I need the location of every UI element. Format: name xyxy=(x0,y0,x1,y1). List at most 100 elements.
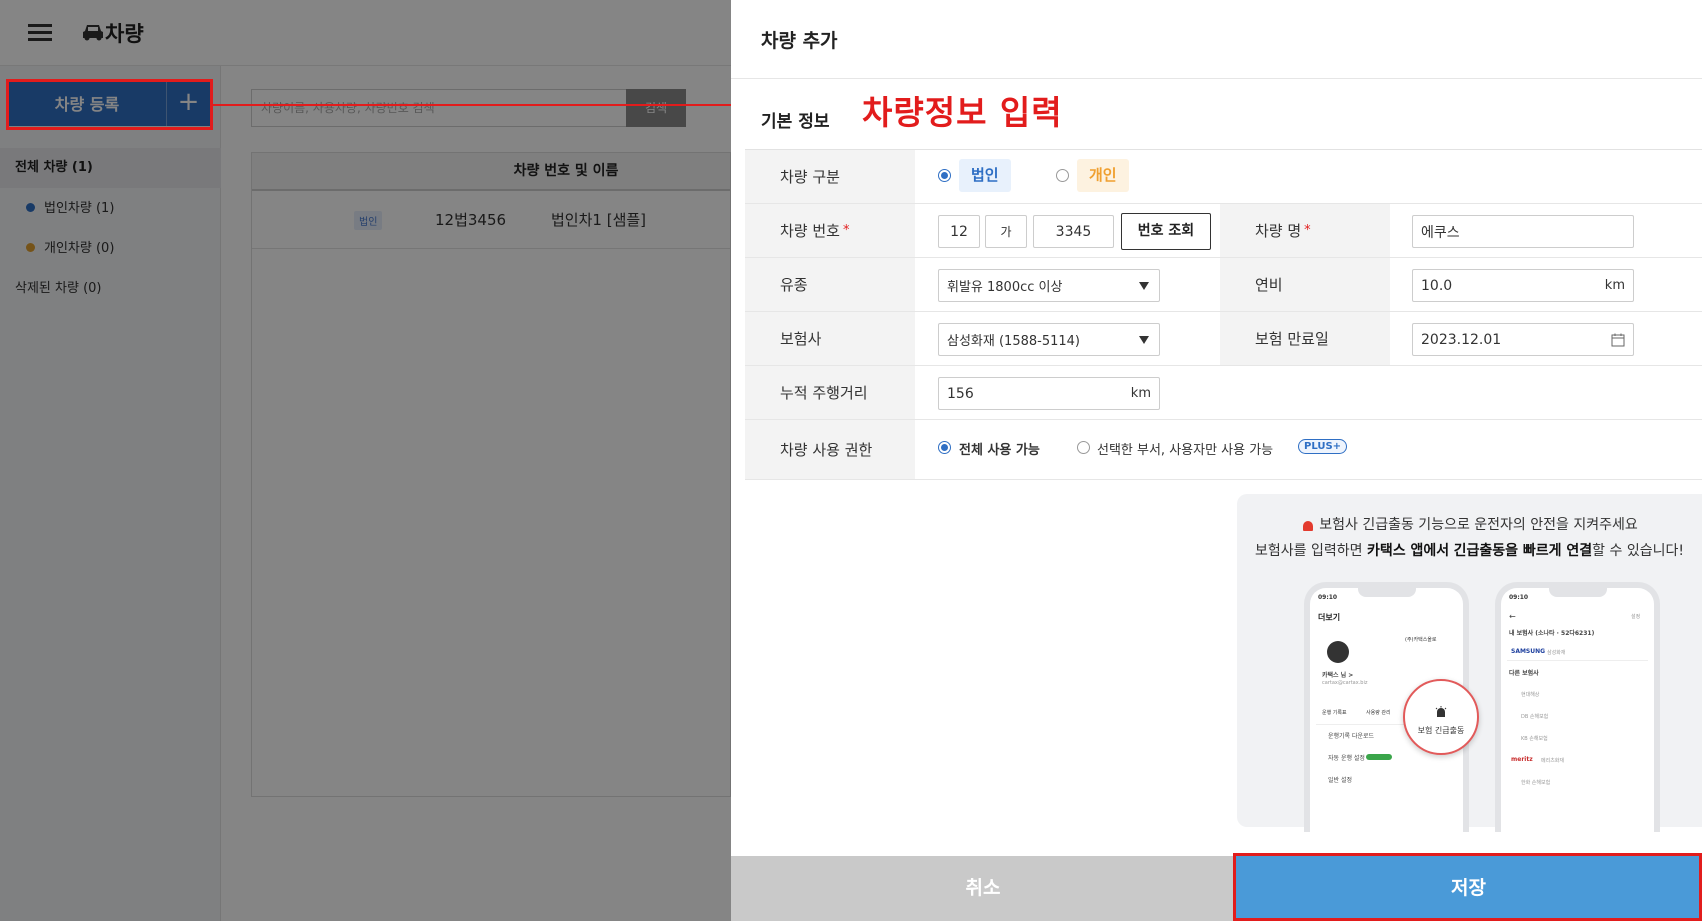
calendar-icon[interactable] xyxy=(1611,333,1625,347)
permission-selected-radio[interactable] xyxy=(1077,441,1090,454)
permission-all-radio[interactable] xyxy=(938,441,951,454)
phone-insurer4: KB 손해보험 xyxy=(1521,736,1548,742)
annotation-highlight-save xyxy=(1233,853,1702,921)
name-label-text: 차량 명 xyxy=(1255,222,1302,240)
modal-overlay[interactable] xyxy=(0,0,731,921)
add-vehicle-panel: 차량 추가 기본 정보 차량 구분 법인 개인 차량 번호 * 12 가 3345… xyxy=(731,0,1702,921)
type-personal-radio[interactable] xyxy=(1056,169,1069,182)
vehicle-form: 차량 구분 법인 개인 차량 번호 * 12 가 3345 번호 조회 차량 명 *… xyxy=(745,149,1702,480)
efficiency-label: 연비 xyxy=(1220,258,1390,311)
permission-all-label[interactable]: 전체 사용 가능 xyxy=(959,439,1040,458)
phone-icon2-label: 사용량 관리 xyxy=(1366,710,1391,716)
promo-line1-text: 보험사 긴급출동 기능으로 운전자의 안전을 지켜주세요 xyxy=(1319,517,1638,533)
fuel-select-value: 휘발유 1800cc 이상 xyxy=(947,280,1063,295)
insurer-select-value: 삼성화재 (1588-5114) xyxy=(947,334,1080,349)
phone-icon1-label: 운행 기록표 xyxy=(1322,710,1347,716)
annotation-highlight-register xyxy=(6,79,213,130)
emergency-bubble: 보험 긴급출동 xyxy=(1403,679,1479,755)
plate-part1-input[interactable]: 12 xyxy=(938,215,980,248)
plate-part2-input[interactable]: 가 xyxy=(985,215,1027,248)
phone-title: 더보기 xyxy=(1318,613,1341,622)
phone-menu3: 일반 설정 xyxy=(1328,777,1352,784)
alarm-icon xyxy=(1301,519,1315,532)
plate-lookup-button[interactable]: 번호 조회 xyxy=(1121,213,1211,250)
form-row-insurer: 보험사 삼성화재 (1588-5114) 보험 만료일 2023.12.01 xyxy=(745,312,1702,366)
dropdown-caret-icon xyxy=(1139,282,1149,290)
phone-mockup-insurer: 09:10 ← 설정 내 보험사 (소나타 · 52다6231) SAMSUNG… xyxy=(1495,582,1660,832)
phone-email: cartax@cartax.biz xyxy=(1322,680,1368,686)
promo-line2: 보험사를 입력하면 카택스 앱에서 긴급출동을 빠르게 연결할 수 있습니다! xyxy=(1237,540,1702,560)
form-row-type: 차량 구분 법인 개인 xyxy=(745,150,1702,204)
plus-badge: PLUS+ xyxy=(1298,439,1348,454)
phone-edit: 설정 xyxy=(1631,614,1641,620)
phone-my-insurer: 내 보험사 (소나타 · 52다6231) xyxy=(1509,630,1595,637)
required-mark: * xyxy=(842,223,850,238)
avatar xyxy=(1327,641,1349,663)
siren-icon xyxy=(1435,706,1447,717)
divider xyxy=(1507,660,1648,661)
expiry-label: 보험 만료일 xyxy=(1220,312,1390,365)
green-tag xyxy=(1366,754,1392,760)
insurer-label: 보험사 xyxy=(745,312,915,365)
phone-insurer5: 메리츠화재 xyxy=(1541,758,1565,764)
mileage-value: 156 xyxy=(947,385,974,402)
required-mark: * xyxy=(1304,223,1311,238)
promo-line2-bold1: 카택스 앱에서 xyxy=(1366,543,1450,559)
phone-time: 09:10 xyxy=(1318,594,1338,601)
annotation-arrow-line xyxy=(213,104,739,106)
phone-insurer6: 한화 손해보험 xyxy=(1521,780,1551,786)
bubble-label: 보험 긴급출동 xyxy=(1417,726,1465,735)
expiry-date-value: 2023.12.01 xyxy=(1421,331,1502,348)
back-arrow-icon: ← xyxy=(1509,612,1516,621)
permission-selected-label[interactable]: 선택한 부서, 사용자만 사용 가능 xyxy=(1097,439,1273,458)
panel-title: 차량 추가 xyxy=(761,30,838,52)
fuel-label: 유종 xyxy=(745,258,915,311)
vehicle-name-input[interactable]: 에쿠스 xyxy=(1412,215,1634,248)
type-corp-chip[interactable]: 법인 xyxy=(959,159,1011,192)
emergency-promo: 보험사 긴급출동 기능으로 운전자의 안전을 지켜주세요 보험사를 입력하면 카… xyxy=(1237,494,1702,832)
plate-part3-input[interactable]: 3345 xyxy=(1033,215,1114,248)
efficiency-input[interactable]: 10.0 km xyxy=(1412,269,1634,302)
form-row-fuel: 유종 휘발유 1800cc 이상 연비 10.0 km xyxy=(745,258,1702,312)
divider xyxy=(731,78,1702,79)
phone-menu1: 운행기록 다운로드 xyxy=(1328,733,1375,740)
promo-line1: 보험사 긴급출동 기능으로 운전자의 안전을 지켜주세요 xyxy=(1237,514,1702,534)
mileage-input[interactable]: 156 km xyxy=(938,377,1160,410)
phone-notch xyxy=(1549,588,1607,597)
cancel-button[interactable]: 취소 xyxy=(731,856,1235,921)
efficiency-unit: km xyxy=(1604,278,1625,293)
form-row-permission: 차량 사용 권한 전체 사용 가능 선택한 부서, 사용자만 사용 가능 PLU… xyxy=(745,420,1702,480)
type-label: 차량 구분 xyxy=(745,150,915,203)
mileage-unit: km xyxy=(1130,386,1151,401)
fuel-select[interactable]: 휘발유 1800cc 이상 xyxy=(938,269,1160,302)
plate-label: 차량 번호 * xyxy=(745,204,915,257)
phone-menu2: 자동 운행 설정 xyxy=(1328,755,1365,762)
promo-line2-pre: 보험사를 입력하면 xyxy=(1255,543,1367,559)
annotation-text: 차량정보 입력 xyxy=(862,93,1063,132)
samsung-logo: SAMSUNG xyxy=(1511,648,1546,655)
phone-company: (주)카택스올로 xyxy=(1405,637,1437,643)
phone-other: 다른 보험사 xyxy=(1509,670,1539,677)
type-corp-radio[interactable] xyxy=(938,169,951,182)
phone-insurer1: 삼성화재 xyxy=(1547,650,1566,656)
phone-insurer3: DB 손해보험 xyxy=(1521,714,1549,720)
meritz-logo: meritz xyxy=(1511,756,1533,763)
phone-notch xyxy=(1358,588,1416,597)
permission-label: 차량 사용 권한 xyxy=(745,420,915,479)
form-row-plate: 차량 번호 * 12 가 3345 번호 조회 차량 명 * 에쿠스 xyxy=(745,204,1702,258)
promo-line2-bold2: 긴급출동을 빠르게 연결 xyxy=(1453,543,1593,559)
phone-insurer2: 현대해상 xyxy=(1521,692,1540,698)
efficiency-value: 10.0 xyxy=(1421,277,1453,294)
insurer-select[interactable]: 삼성화재 (1588-5114) xyxy=(938,323,1160,356)
promo-line2-post: 할 수 있습니다! xyxy=(1592,543,1684,559)
plate-label-text: 차량 번호 xyxy=(780,222,840,240)
dropdown-caret-icon xyxy=(1139,336,1149,344)
type-personal-chip[interactable]: 개인 xyxy=(1077,159,1129,192)
phone-time: 09:10 xyxy=(1509,594,1529,601)
name-label: 차량 명 * xyxy=(1220,204,1390,257)
phone-user: 카택스 님 > xyxy=(1322,672,1354,679)
expiry-date-input[interactable]: 2023.12.01 xyxy=(1412,323,1634,356)
section-title: 기본 정보 xyxy=(761,112,830,132)
mileage-label: 누적 주행거리 xyxy=(745,366,915,419)
form-row-mileage: 누적 주행거리 156 km xyxy=(745,366,1702,420)
